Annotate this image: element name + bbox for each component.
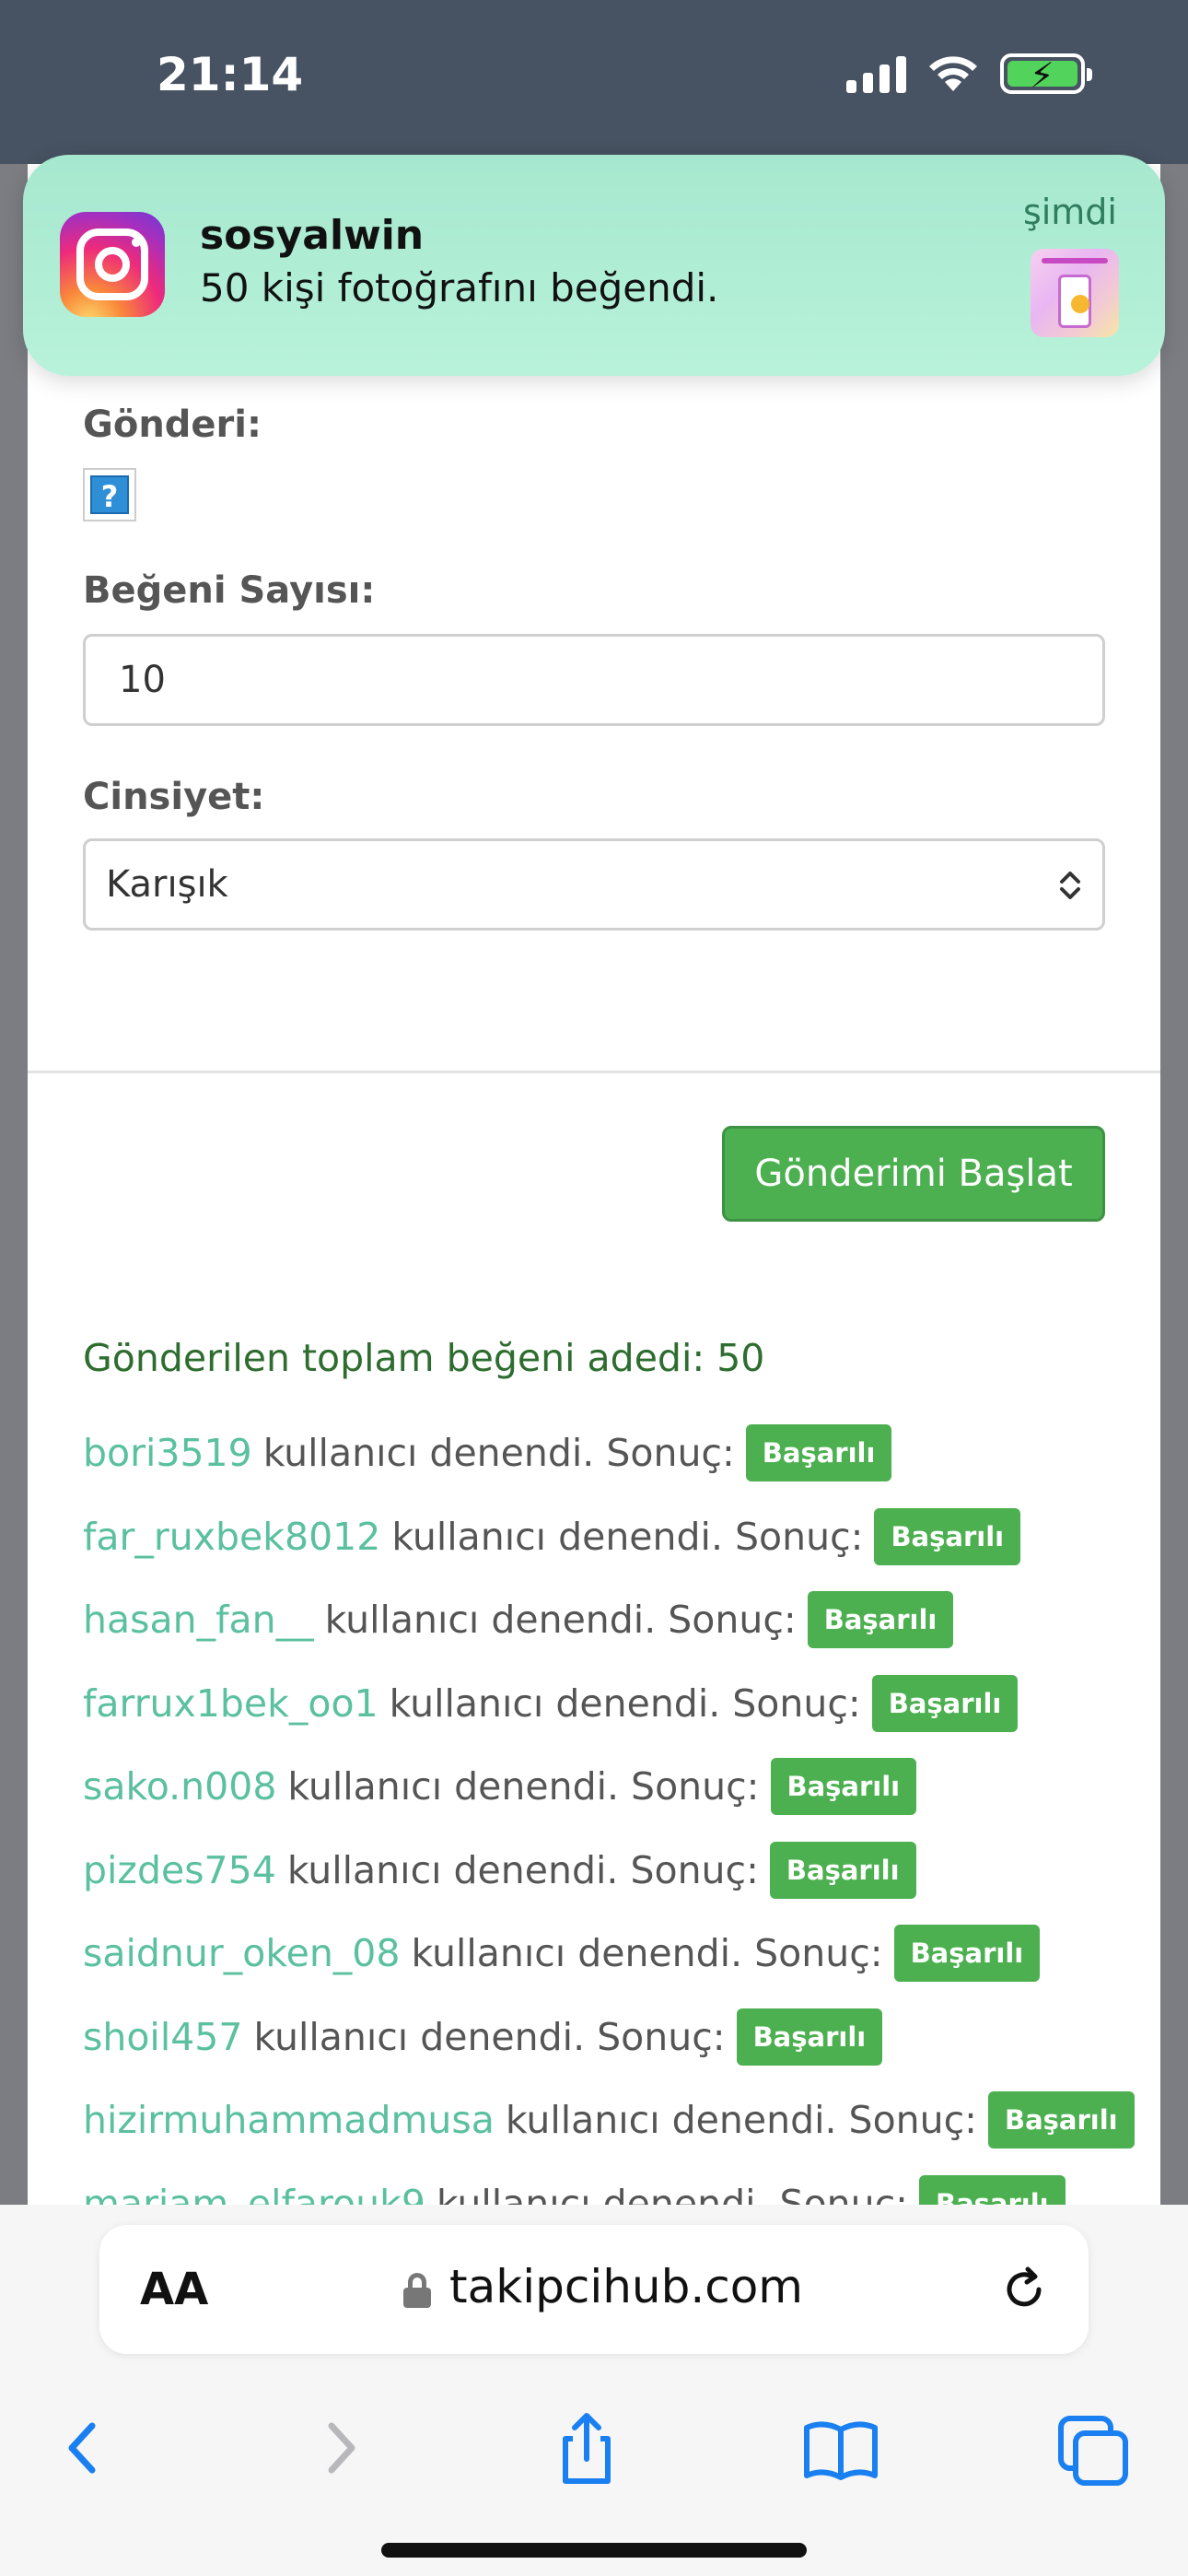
success-badge: Başarılı <box>874 1507 1021 1565</box>
result-message: kullanıcı denendi. Sonuç: <box>411 1931 883 1976</box>
list-item: bori3519 kullanıcı denendi. Sonuç: Başar… <box>83 1411 1133 1495</box>
success-badge: Başarılı <box>871 1674 1019 1732</box>
result-message: kullanıcı denendi. Sonuç: <box>262 1431 735 1476</box>
result-message: kullanıcı denendi. Sonuç: <box>389 1680 861 1726</box>
success-badge: Başarılı <box>769 1841 916 1899</box>
reload-icon[interactable] <box>996 2262 1052 2317</box>
bookmarks-icon[interactable] <box>799 2407 882 2490</box>
question-mark-icon: ? <box>90 475 129 514</box>
reader-options-button[interactable]: AA <box>140 2264 208 2315</box>
list-item: farrux1bek_oo1 kullanıcı denendi. Sonuç:… <box>83 1662 1133 1746</box>
username-link[interactable]: bori3519 <box>83 1431 252 1475</box>
instagram-app-icon <box>60 212 165 317</box>
post-image-placeholder[interactable]: ? <box>83 468 136 521</box>
wifi-icon <box>929 56 977 91</box>
notification-time: şimdi <box>1022 192 1117 232</box>
success-badge: Başarılı <box>736 2008 883 2066</box>
battery-charging-icon: ⚡ <box>1000 53 1092 96</box>
username-link[interactable]: hizirmuhammadmusa <box>83 2098 495 2142</box>
list-item: sako.n008 kullanıcı denendi. Sonuç: Başa… <box>83 1745 1133 1829</box>
username-link[interactable]: shoil457 <box>83 2015 242 2059</box>
result-message: kullanıcı denendi. Sonuç: <box>505 2098 977 2143</box>
divider <box>28 1071 1160 1073</box>
success-badge: Başarılı <box>807 1591 954 1649</box>
url-text[interactable]: takipcihub.com <box>449 2260 803 2313</box>
username-link[interactable]: hasan_fan__ <box>83 1598 314 1642</box>
likes-label: Beğeni Sayısı: <box>83 569 376 612</box>
web-page: Gönderi: ? Beğeni Sayısı: 10 Cinsiyet: K… <box>28 164 1160 2232</box>
status-bar: 21:14 ⚡ <box>0 0 1188 164</box>
notification-body: 50 kişi fotoğrafını beğendi. <box>200 265 719 310</box>
share-icon[interactable] <box>545 2407 628 2490</box>
list-item: hizirmuhammadmusa kullanıcı denendi. Son… <box>83 2078 1135 2162</box>
likes-input[interactable]: 10 <box>83 634 1105 726</box>
push-notification[interactable]: sosyalwin 50 kişi fotoğrafını beğendi. ş… <box>23 155 1165 376</box>
list-item: far_ruxbek8012 kullanıcı denendi. Sonuç:… <box>83 1495 1133 1579</box>
gender-select-value: Karışık <box>106 863 228 906</box>
results-log: bori3519 kullanıcı denendi. Sonuç: Başar… <box>83 1411 1135 2245</box>
start-sending-button[interactable]: Gönderimi Başlat <box>722 1126 1105 1222</box>
post-label: Gönderi: <box>83 404 262 446</box>
address-bar[interactable]: AA takipcihub.com <box>99 2225 1089 2354</box>
notification-thumbnail <box>1031 249 1119 337</box>
status-icons: ⚡ <box>846 53 1092 96</box>
result-message: kullanıcı denendi. Sonuç: <box>287 1764 760 1809</box>
list-item: saidnur_oken_08 kullanıcı denendi. Sonuç… <box>83 1912 1133 1996</box>
gender-label: Cinsiyet: <box>83 776 265 818</box>
success-badge: Başarılı <box>988 2091 1135 2149</box>
username-link[interactable]: pizdes754 <box>83 1848 276 1892</box>
browser-toolbar: AA takipcihub.com <box>0 2205 1188 2576</box>
success-badge: Başarılı <box>770 1758 917 1816</box>
username-link[interactable]: sako.n008 <box>83 1764 276 1809</box>
username-link[interactable]: saidnur_oken_08 <box>83 1931 400 1975</box>
status-time: 21:14 <box>157 48 304 101</box>
nav-bar <box>0 2407 1188 2518</box>
lock-icon <box>403 2273 431 2308</box>
forward-icon[interactable] <box>297 2407 379 2490</box>
notification-app-name: sosyalwin <box>200 212 425 259</box>
gender-select[interactable]: Karışık <box>83 838 1105 931</box>
success-badge: Başarılı <box>893 1925 1041 1983</box>
result-message: kullanıcı denendi. Sonuç: <box>324 1598 797 1643</box>
username-link[interactable]: farrux1bek_oo1 <box>83 1681 379 1726</box>
chevron-updown-icon <box>1060 872 1080 899</box>
home-indicator <box>381 2543 807 2558</box>
username-link[interactable]: far_ruxbek8012 <box>83 1515 380 1559</box>
result-message: kullanıcı denendi. Sonuç: <box>391 1514 864 1559</box>
list-item: pizdes754 kullanıcı denendi. Sonuç: Başa… <box>83 1829 1133 1913</box>
result-message: kullanıcı denendi. Sonuç: <box>253 2014 726 2059</box>
list-item: shoil457 kullanıcı denendi. Sonuç: Başar… <box>83 1996 1133 2079</box>
cellular-signal-icon <box>846 54 906 93</box>
result-message: kullanıcı denendi. Sonuç: <box>286 1847 759 1892</box>
tabs-icon[interactable] <box>1052 2407 1135 2490</box>
success-badge: Başarılı <box>745 1424 892 1482</box>
total-likes-text: Gönderilen toplam beğeni adedi: 50 <box>83 1336 765 1380</box>
list-item: hasan_fan__ kullanıcı denendi. Sonuç: Ba… <box>83 1578 1133 1662</box>
back-icon[interactable] <box>44 2407 127 2490</box>
